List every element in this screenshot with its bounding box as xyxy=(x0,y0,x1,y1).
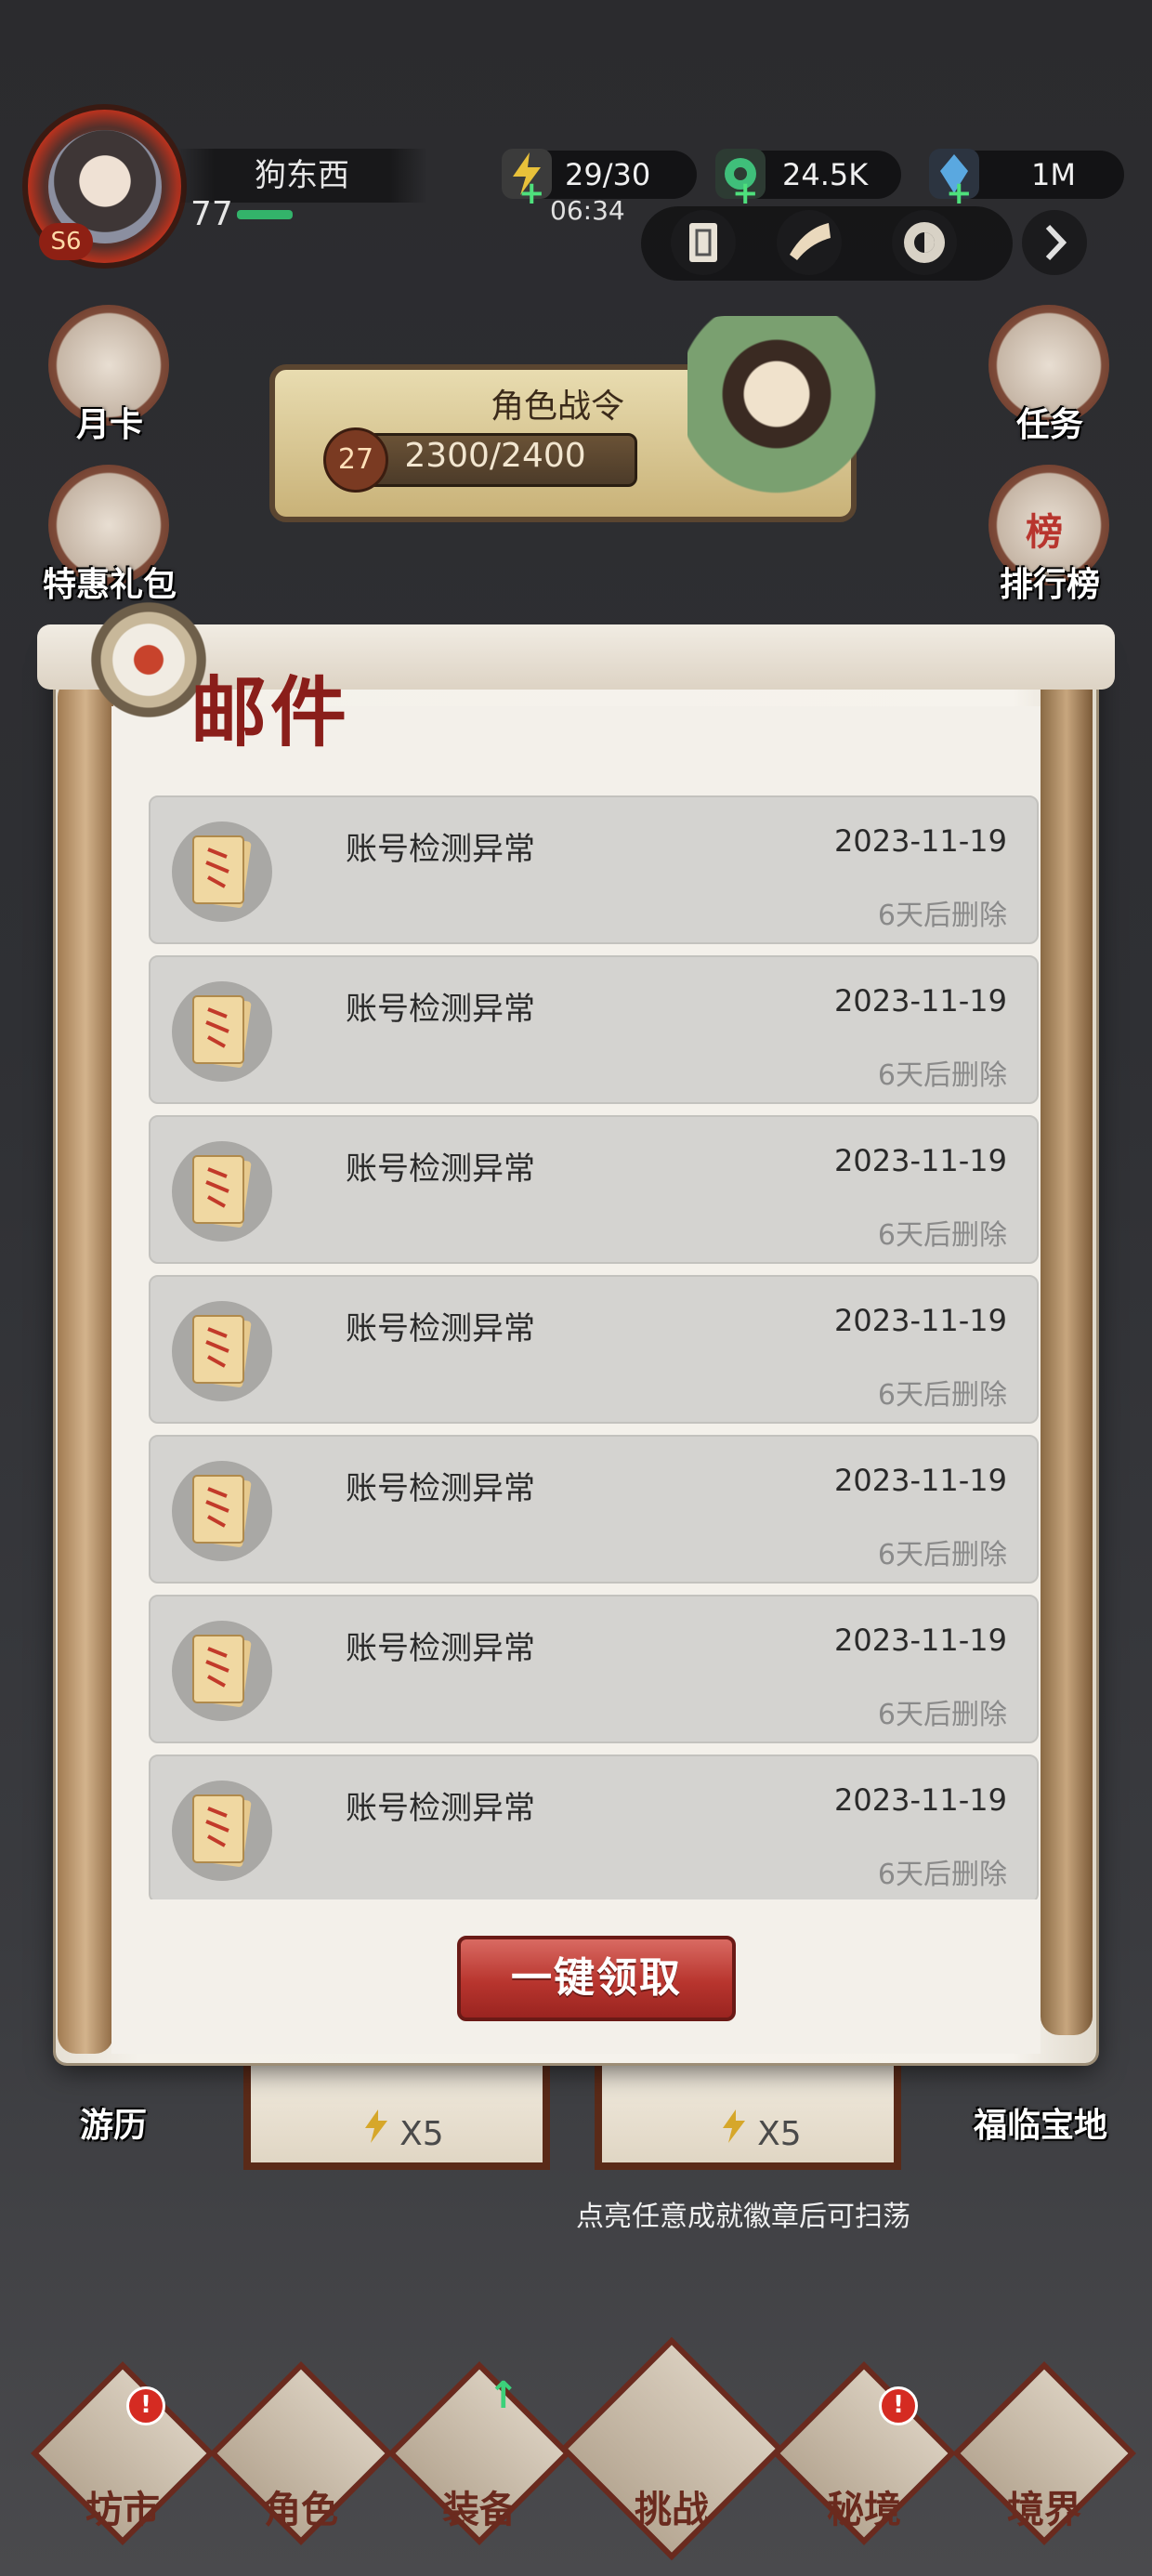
letter-icon xyxy=(172,981,272,1082)
mail-subject: 账号检测异常 xyxy=(346,1150,535,1188)
lightning-icon xyxy=(723,2109,745,2143)
mail-date: 2023-11-19 xyxy=(834,1623,1007,1658)
mail-subject: 账号检测异常 xyxy=(346,831,535,868)
fortune-label[interactable]: 福临宝地 xyxy=(948,2098,1133,2147)
mail-subject: 账号检测异常 xyxy=(346,991,535,1028)
mail-date: 2023-11-19 xyxy=(834,983,1007,1019)
nav-challenge-label[interactable]: 挑战 xyxy=(588,2479,755,2533)
mail-list[interactable]: 账号检测异常 2023-11-19 6天后删除 账号检测异常 2023-11-19 6天后… xyxy=(149,795,1041,1899)
mail-expire-notice: 6天后删除 xyxy=(877,1859,1007,1891)
exp-bar xyxy=(237,210,293,219)
mail-expire-notice: 6天后删除 xyxy=(877,1059,1007,1092)
mail-row[interactable]: 账号检测异常 2023-11-19 6天后删除 xyxy=(149,1595,1039,1743)
dungeon-left-cost-value: X5 xyxy=(399,2115,444,2153)
mail-expire-notice: 6天后删除 xyxy=(877,1539,1007,1571)
letter-icon xyxy=(172,1781,272,1881)
scroll-rod-right xyxy=(1041,641,1093,2035)
mail-date: 2023-11-19 xyxy=(834,1143,1007,1178)
mail-subject: 账号检测异常 xyxy=(346,1310,535,1347)
mail-date: 2023-11-19 xyxy=(834,1303,1007,1338)
mail-expire-notice: 6天后删除 xyxy=(877,1219,1007,1252)
mail-subject: 账号检测异常 xyxy=(346,1790,535,1827)
stamina-timer: 06:34 xyxy=(550,195,625,226)
gear-icon[interactable] xyxy=(892,210,957,275)
mail-subject: 账号检测异常 xyxy=(346,1630,535,1667)
nav-equipment-upgrade-icon: ↑ xyxy=(488,2374,519,2417)
jade-pill[interactable]: + 24.5K xyxy=(715,149,901,212)
ranking-badge-text: 榜 xyxy=(1026,511,1063,553)
mail-date: 2023-11-19 xyxy=(834,823,1007,859)
battle-pass-progress-text: 2300/2400 xyxy=(404,437,586,475)
mail-title: 邮件 xyxy=(190,668,351,757)
crystal-value: 1M xyxy=(1031,157,1076,192)
mail-date: 2023-11-19 xyxy=(834,1463,1007,1498)
server-badge: S6 xyxy=(39,223,93,260)
add-stamina-icon[interactable]: + xyxy=(518,169,545,217)
letter-icon xyxy=(172,1621,272,1721)
mail-row[interactable]: 账号检测异常 2023-11-19 6天后删除 xyxy=(149,955,1039,1104)
lightning-icon xyxy=(365,2109,387,2143)
crystal-pill[interactable]: + 1M xyxy=(929,149,1124,212)
monthly-card-label[interactable]: 月卡 xyxy=(17,398,203,446)
nav-equipment-label[interactable]: 装备 xyxy=(396,2479,563,2533)
mail-row[interactable]: 账号检测异常 2023-11-19 6天后删除 xyxy=(149,1755,1039,1899)
nav-character-label[interactable]: 角色 xyxy=(217,2479,385,2533)
dungeon-right-cost: X5 xyxy=(715,2108,802,2153)
letter-icon xyxy=(172,1301,272,1401)
travel-label[interactable]: 游历 xyxy=(20,2098,206,2147)
letter-icon xyxy=(172,1141,272,1242)
mail-row[interactable]: 账号检测异常 2023-11-19 6天后删除 xyxy=(149,795,1039,944)
scroll-rod-left xyxy=(58,678,113,2054)
expand-arrow-icon[interactable] xyxy=(1022,210,1087,275)
stamina-pill[interactable]: + 29/30 xyxy=(502,149,697,212)
sweep-hint: 点亮任意成就徽章后可扫荡 xyxy=(576,2201,910,2233)
dungeon-right-cost-value: X5 xyxy=(757,2115,802,2153)
letter-icon xyxy=(172,1461,272,1561)
jade-value: 24.5K xyxy=(782,157,869,192)
mail-date: 2023-11-19 xyxy=(834,1782,1007,1818)
dungeon-left-cost: X5 xyxy=(358,2108,444,2153)
mail-icon[interactable] xyxy=(671,210,736,275)
nav-market-alert-badge: ! xyxy=(126,2386,165,2425)
nav-realm-label[interactable]: 境界 xyxy=(961,2479,1128,2533)
mail-row[interactable]: 账号检测异常 2023-11-19 6天后删除 xyxy=(149,1435,1039,1584)
claim-all-button[interactable]: 一键领取 xyxy=(457,1936,736,2021)
ranking-label[interactable]: 排行榜 xyxy=(957,558,1143,606)
letter-icon xyxy=(172,821,272,922)
mail-subject: 账号检测异常 xyxy=(346,1470,535,1507)
battle-pass-level: 27 xyxy=(323,427,388,493)
mail-row[interactable]: 账号检测异常 2023-11-19 6天后删除 xyxy=(149,1275,1039,1424)
nav-secret-realm-label[interactable]: 秘境 xyxy=(780,2479,948,2533)
mail-expire-notice: 6天后删除 xyxy=(877,900,1007,932)
nav-market-label[interactable]: 坊市 xyxy=(39,2479,206,2533)
tasks-label[interactable]: 任务 xyxy=(957,398,1143,446)
characters-illustration xyxy=(687,316,910,511)
stamina-value: 29/30 xyxy=(565,157,651,192)
nav-secret-realm-alert-badge: ! xyxy=(879,2386,918,2425)
mail-expire-notice: 6天后删除 xyxy=(877,1379,1007,1412)
horn-icon[interactable] xyxy=(777,210,842,275)
player-level: 77 xyxy=(190,195,233,233)
mail-expire-notice: 6天后删除 xyxy=(877,1699,1007,1731)
mail-row[interactable]: 账号检测异常 2023-11-19 6天后删除 xyxy=(149,1115,1039,1264)
